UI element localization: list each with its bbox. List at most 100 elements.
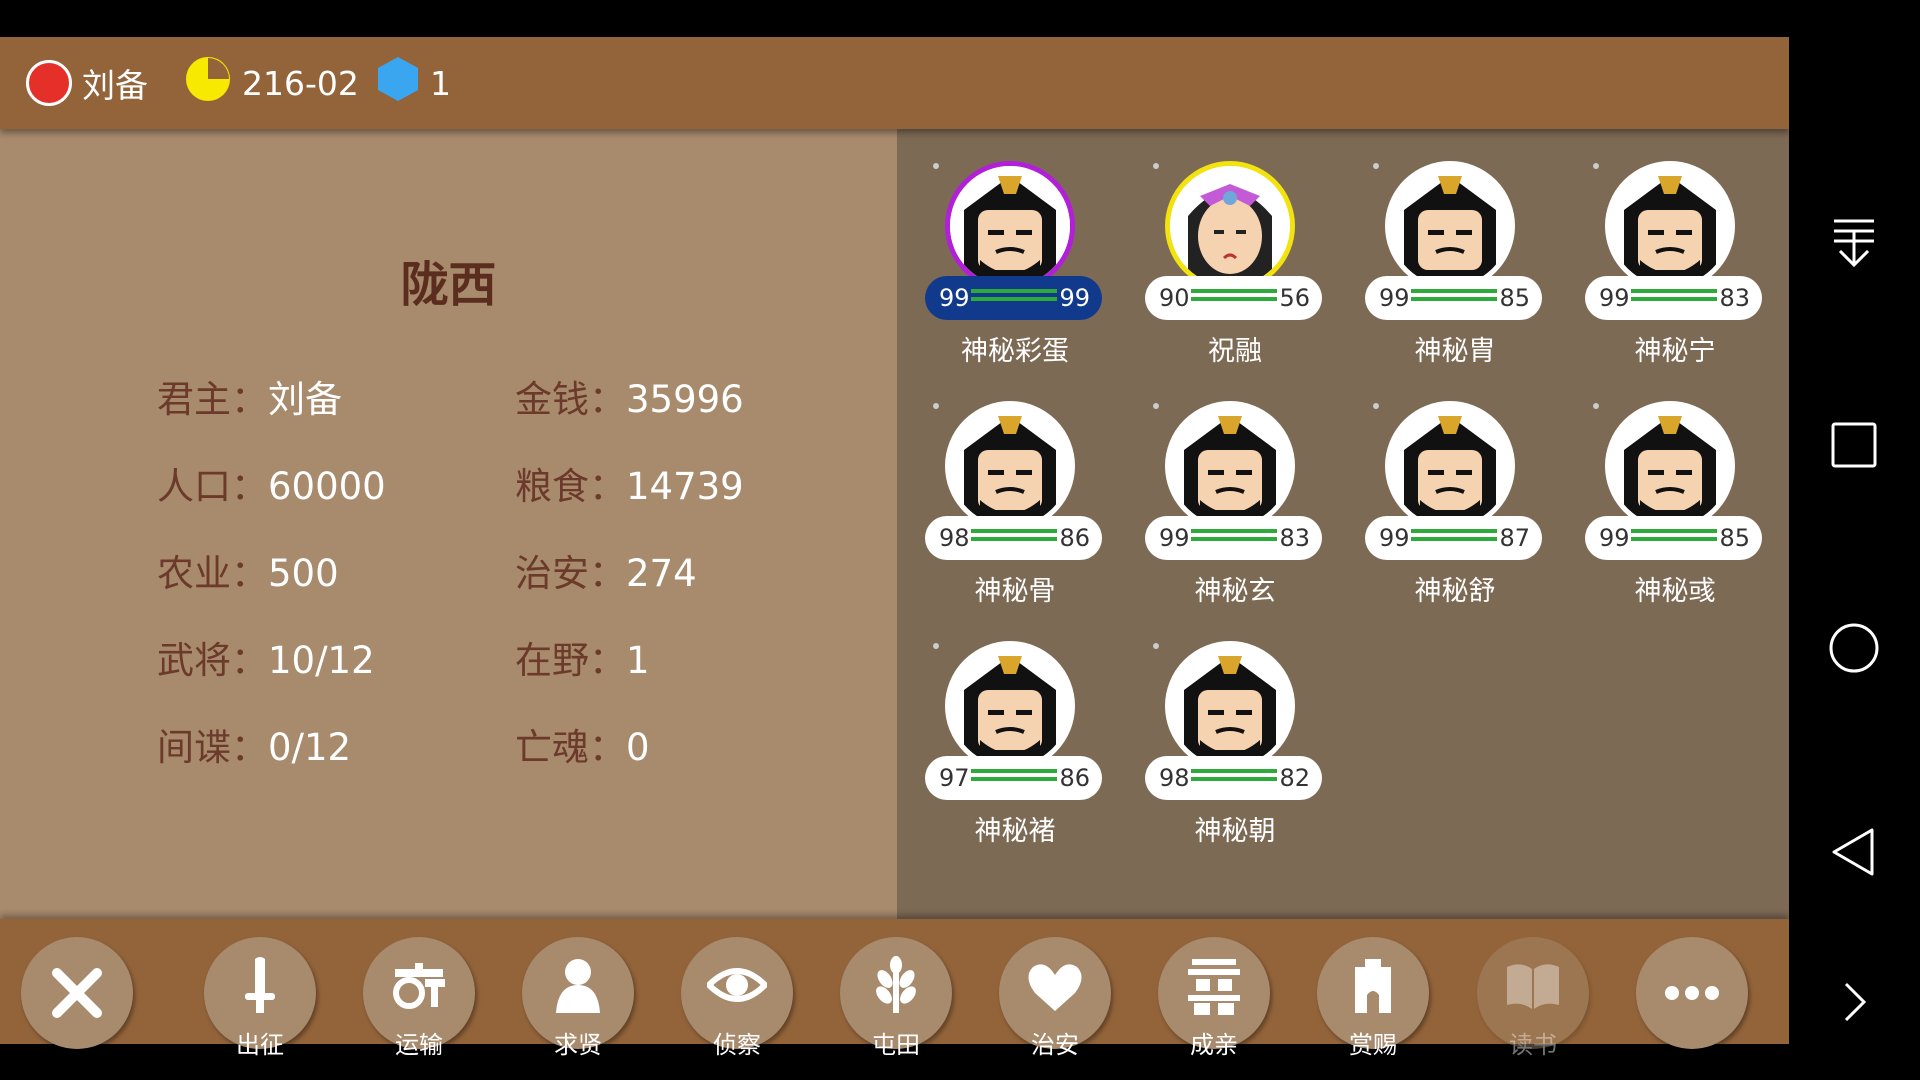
general-name: 神秘舒 <box>1414 576 1496 607</box>
system-nav-bar <box>1789 0 1920 1080</box>
action-label: 出征 <box>236 1031 284 1059</box>
general-portrait[interactable] <box>945 161 1075 291</box>
general-card[interactable]: 99 83 神秘宁 <box>1585 161 1765 367</box>
stat-generals: 武将：10/12 <box>157 639 375 682</box>
general-stat-pill: 99 99 <box>925 276 1102 320</box>
general-portrait[interactable] <box>945 401 1075 531</box>
general-name: 神秘玄 <box>1194 576 1276 607</box>
general-name: 神秘骨 <box>974 576 1056 607</box>
general-stat-a: 99 <box>1159 524 1190 552</box>
action-button[interactable]: 屯田 <box>840 937 952 1059</box>
general-stat-bars <box>971 289 1057 305</box>
marker-dot <box>933 403 939 409</box>
action-button[interactable]: 赏赐 <box>1317 937 1429 1059</box>
general-stat-pill: 99 83 <box>1145 516 1322 560</box>
general-stat-pill: 99 83 <box>1585 276 1762 320</box>
general-portrait[interactable] <box>1385 401 1515 531</box>
marker-dot <box>933 643 939 649</box>
general-stat-bars <box>971 529 1057 545</box>
general-stat-bars <box>1411 289 1497 305</box>
more-button[interactable] <box>1636 937 1748 1049</box>
recent-apps-icon[interactable] <box>1824 415 1884 475</box>
marker-dot <box>1593 163 1599 169</box>
action-label: 治安 <box>1031 1031 1079 1059</box>
action-button[interactable]: 成亲 <box>1158 937 1270 1059</box>
stat-food: 粮食：14739 <box>515 465 744 508</box>
general-stat-bars <box>1631 529 1717 545</box>
marker-dot <box>1153 643 1159 649</box>
action-label: 赏赐 <box>1349 1031 1397 1059</box>
general-portrait[interactable] <box>1605 161 1735 291</box>
close-button[interactable] <box>21 937 133 1049</box>
general-stat-a: 90 <box>1159 284 1190 312</box>
general-stat-a: 99 <box>939 284 970 312</box>
general-stat-bars <box>971 769 1057 785</box>
general-stat-b: 83 <box>1719 284 1750 312</box>
action-button[interactable]: 出征 <box>204 937 316 1059</box>
generals-grid: 99 99 神秘彩蛋 90 56 祝融 99 85 神秘胄 99 83 神秘宁 98 86 神秘骨 99 83 神… <box>897 129 1789 919</box>
general-portrait[interactable] <box>1165 161 1295 291</box>
general-card[interactable]: 99 85 神秘胄 <box>1365 161 1545 367</box>
general-stat-bars <box>1191 529 1277 545</box>
back-icon[interactable] <box>1824 822 1884 882</box>
general-card[interactable]: 98 86 神秘骨 <box>925 401 1105 607</box>
hexagon-gem-icon <box>376 55 420 111</box>
action-button[interactable]: 读书 <box>1477 937 1589 1059</box>
general-stat-bars <box>1191 769 1277 785</box>
general-card[interactable]: 99 99 神秘彩蛋 <box>925 161 1105 367</box>
expand-down-icon[interactable] <box>1824 213 1884 273</box>
action-button[interactable]: 求贤 <box>522 937 634 1059</box>
general-name: 神秘宁 <box>1634 336 1716 367</box>
general-name: 神秘胄 <box>1414 336 1496 367</box>
general-stat-b: 86 <box>1059 764 1090 792</box>
general-name: 神秘褚 <box>974 816 1056 847</box>
general-portrait[interactable] <box>1605 401 1735 531</box>
general-portrait[interactable] <box>1165 401 1295 531</box>
action-button[interactable]: 治安 <box>999 937 1111 1059</box>
general-card[interactable]: 98 82 神秘朝 <box>1145 641 1325 847</box>
general-stat-pill: 99 85 <box>1585 516 1762 560</box>
general-stat-pill: 90 56 <box>1145 276 1322 320</box>
general-card[interactable]: 99 87 神秘舒 <box>1365 401 1545 607</box>
marker-dot <box>1153 403 1159 409</box>
action-label: 读书 <box>1509 1031 1557 1059</box>
action-label: 运输 <box>395 1031 443 1059</box>
marker-dot <box>1153 163 1159 169</box>
general-card[interactable]: 97 86 神秘褚 <box>925 641 1105 847</box>
action-button[interactable]: 运输 <box>363 937 475 1059</box>
general-stat-pill: 98 86 <box>925 516 1102 560</box>
city-info-panel: 陇西 君主：刘备 金钱：35996 人口：60000 粮食：14739 农业：5… <box>0 129 897 919</box>
general-portrait[interactable] <box>945 641 1075 771</box>
general-stat-b: 83 <box>1279 524 1310 552</box>
player-indicator: 刘备 <box>26 37 148 129</box>
player-color-icon <box>26 60 72 106</box>
general-stat-a: 98 <box>1159 764 1190 792</box>
general-portrait[interactable] <box>1165 641 1295 771</box>
general-stat-b: 87 <box>1499 524 1530 552</box>
general-stat-a: 99 <box>1599 524 1630 552</box>
general-stat-a: 99 <box>1379 524 1410 552</box>
action-label: 求贤 <box>554 1031 602 1059</box>
general-stat-a: 99 <box>1379 284 1410 312</box>
general-stat-a: 99 <box>1599 284 1630 312</box>
chevron-right-icon[interactable] <box>1824 972 1884 1032</box>
general-stat-pill: 97 86 <box>925 756 1102 800</box>
action-label: 屯田 <box>872 1031 920 1059</box>
general-stat-bars <box>1631 289 1717 305</box>
date-text: 216-02 <box>242 63 359 103</box>
home-icon[interactable] <box>1824 618 1884 678</box>
general-stat-b: 99 <box>1059 284 1090 312</box>
general-card[interactable]: 99 85 神秘彧 <box>1585 401 1765 607</box>
general-portrait[interactable] <box>1385 161 1515 291</box>
general-stat-b: 56 <box>1279 284 1310 312</box>
action-label: 侦察 <box>713 1031 761 1059</box>
marker-dot <box>1373 163 1379 169</box>
general-card[interactable]: 90 56 祝融 <box>1145 161 1325 367</box>
marker-dot <box>933 163 939 169</box>
general-name: 神秘彩蛋 <box>961 336 1069 367</box>
marker-dot <box>1373 403 1379 409</box>
general-name: 祝融 <box>1208 336 1262 367</box>
action-button[interactable]: 侦察 <box>681 937 793 1059</box>
general-card[interactable]: 99 83 神秘玄 <box>1145 401 1325 607</box>
general-name: 神秘彧 <box>1634 576 1716 607</box>
